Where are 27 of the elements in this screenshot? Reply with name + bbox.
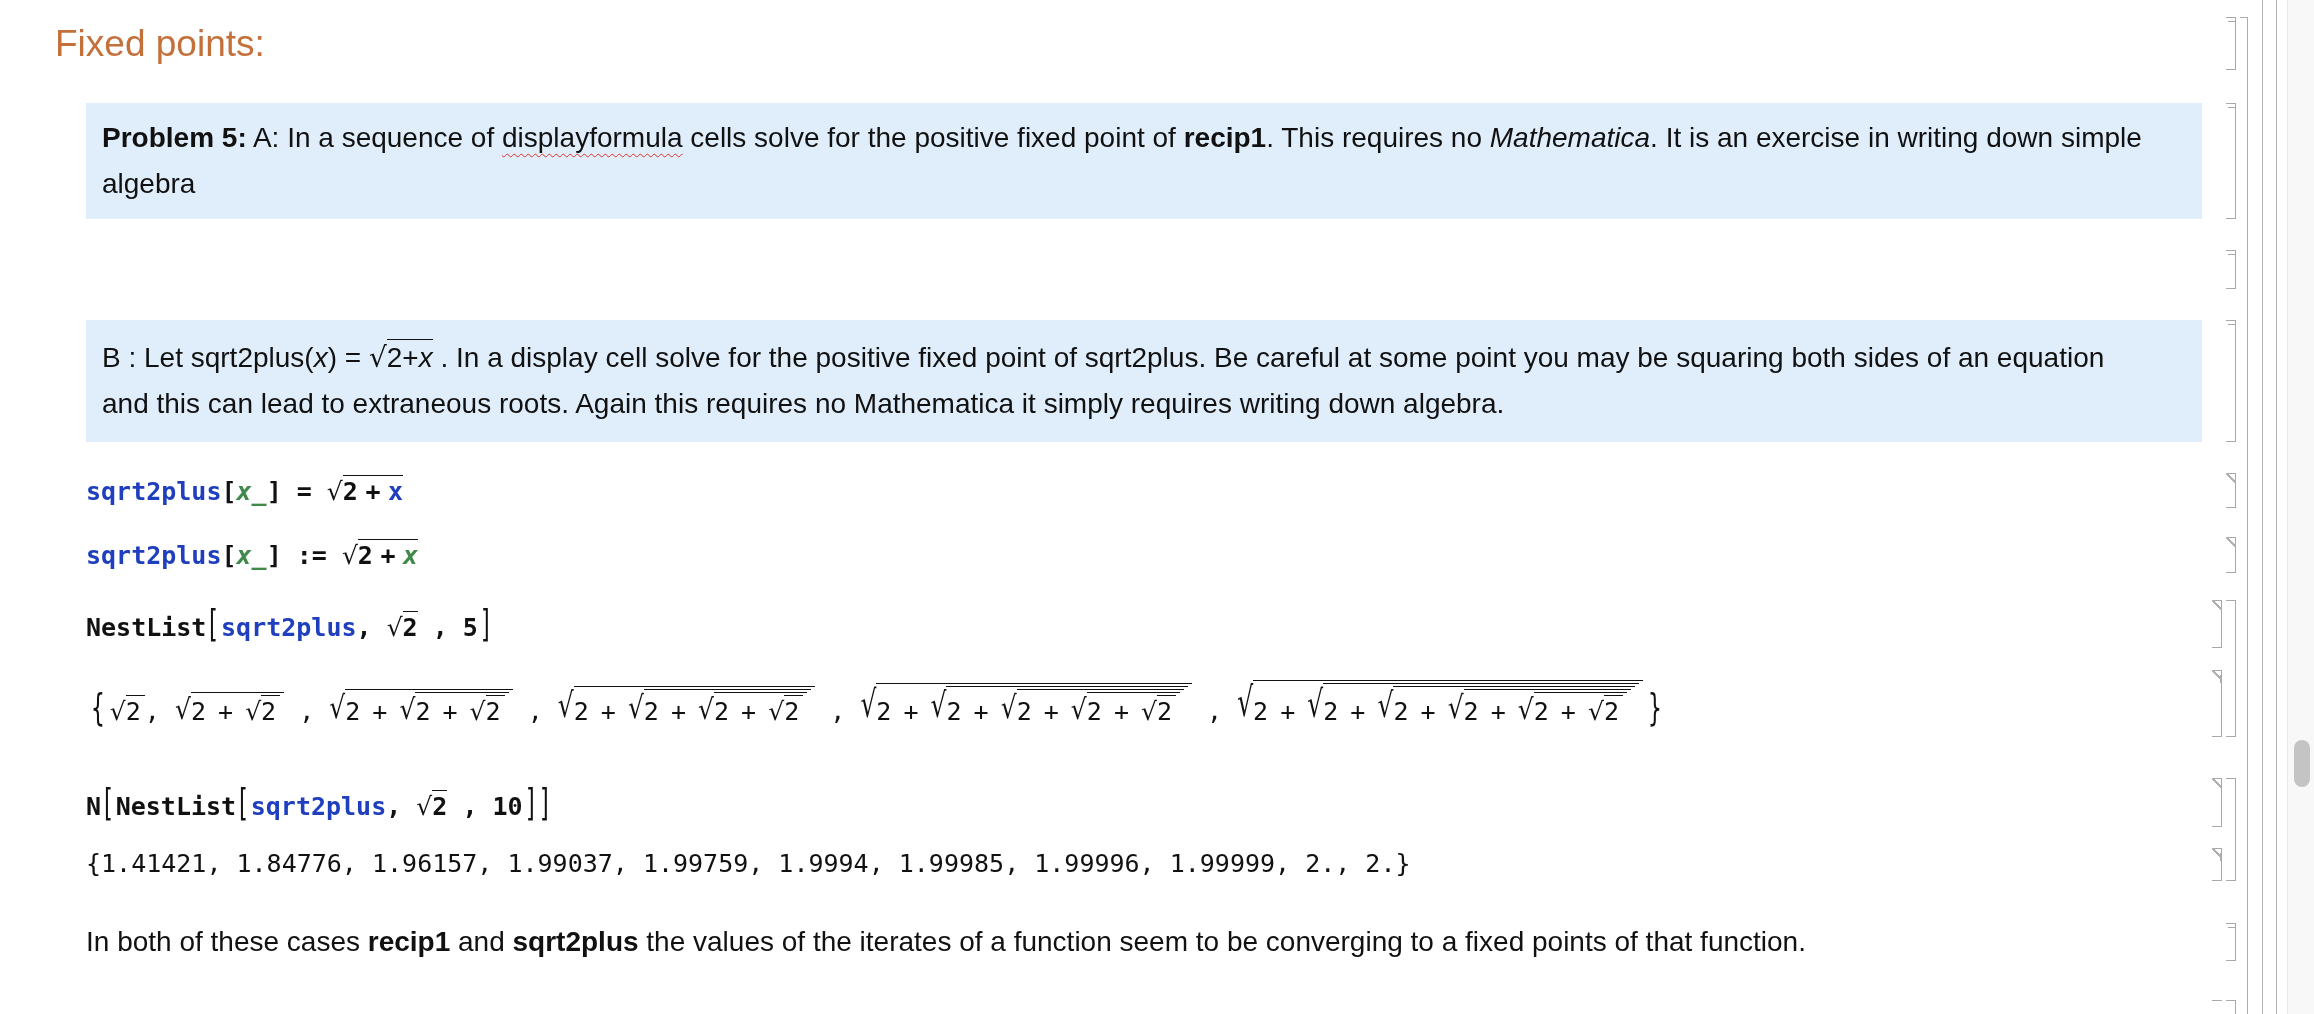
cell-bracket[interactable] [2212,600,2222,648]
cell-bracket[interactable] [2226,537,2236,573]
paragraph-text: In both of these cases recip1 and sqrt2plus the values of the iterates of a function seem to be converging to a fixed points of that function. [86,926,1806,958]
paragraph-text: B : Let sqrt2plus(x) = √2+x . In a display cell solve for the positive fixed point of sqrt2plus. Be careful at some point you may be squaring both sides of an equation and this can lead to extraneous roots. Again this requires no Mathematica it simply requires writing down algebra. [102,335,2150,427]
cell-bracket[interactable] [2212,848,2222,881]
group-bracket[interactable] [2226,778,2236,881]
cell-bracket[interactable] [2226,923,2236,961]
code-input[interactable]: NestList[sqrt2plus, √2 , 5] [86,605,493,643]
section-title: Fixed points: [55,21,265,66]
cell-bracket[interactable] [2226,473,2236,508]
code-input[interactable]: sqrt2plus[x_] := √2 + x [86,539,419,571]
code-output: {1.41421, 1.84776, 1.96157, 1.99037, 1.99759, 1.9994, 1.99985, 1.99996, 1.99999, 2., 2.} [86,850,1411,879]
cell-bracket[interactable] [2226,320,2236,442]
cell-bracket[interactable] [2226,17,2236,70]
scrollbar[interactable] [2287,0,2314,1014]
group-bracket[interactable] [2226,1000,2236,1014]
cell-bracket[interactable] [2212,670,2222,737]
code-output: {√2 , √2 + √2 , √2 + √2 + √2 , √2 + √2 + √2 + √2 , √2 + √2 + √2 + √2 + √2 , √2 + √2 + √2 + √2 + √2 + √2 } [89,680,1664,727]
scrollbar-thumb[interactable] [2293,740,2310,787]
code-input[interactable]: N[NestList[sqrt2plus, √2 , 10]] [86,783,552,822]
group-bracket[interactable] [2226,600,2236,737]
paragraph-text: Problem 5: A: In a sequence of displayformula cells solve for the positive fixed point of recip1. This requires no Mathematica. It is an exercise in writing down simple algebra [102,121,2143,201]
group-bracket[interactable] [2240,17,2248,1014]
cell-bracket[interactable] [2212,778,2222,827]
code-input[interactable]: sqrt2plus[x_] = √2 + x [86,474,404,507]
cell-bracket[interactable] [2226,103,2236,219]
cell-bracket[interactable] [2226,250,2236,289]
